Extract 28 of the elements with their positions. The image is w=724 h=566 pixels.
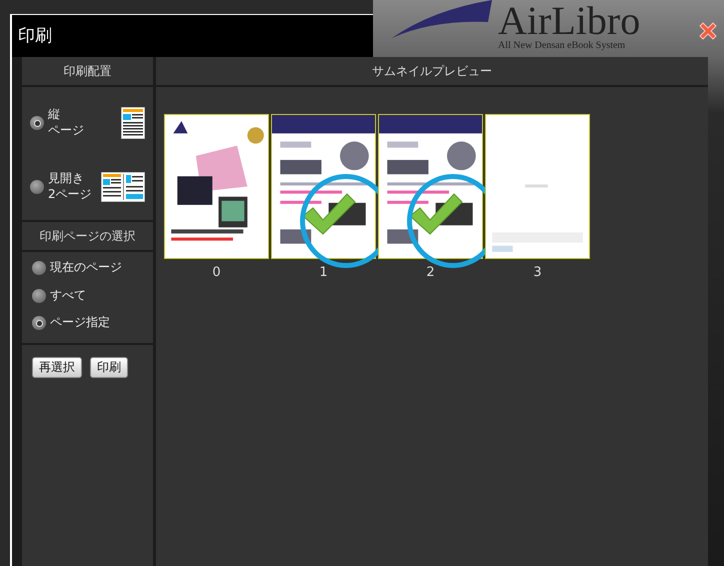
background-tagline: All New Densan eBook System (498, 40, 626, 51)
radio-button[interactable] (30, 180, 44, 194)
option-label: 縦 (48, 107, 60, 123)
two-page-icon (101, 172, 145, 202)
radio-button[interactable] (32, 288, 46, 303)
radio-button[interactable] (30, 116, 44, 130)
option-label: 2ページ (48, 186, 92, 202)
close-icon[interactable] (697, 20, 719, 42)
page-number: 1 (319, 265, 328, 281)
option-label: 現在のページ (50, 260, 122, 276)
page-number: 0 (212, 265, 221, 281)
panel-header: 印刷ページの選択 (22, 222, 153, 252)
page-number: 2 (426, 265, 435, 281)
option-label: ページ指定 (50, 315, 110, 331)
option-label: すべて (50, 288, 86, 304)
radio-button[interactable] (32, 316, 46, 330)
page-number: 3 (533, 265, 542, 281)
dialog-button[interactable]: 印刷 (90, 356, 128, 378)
background-logo: AirLibro (498, 1, 640, 41)
window-title: 印刷 (17, 25, 53, 48)
radio-button[interactable] (32, 260, 46, 275)
panel-header: 印刷配置 (22, 57, 153, 87)
logo-icon (392, 0, 492, 40)
panel-header: サムネイルプレビュー (156, 57, 708, 87)
single-page-icon (121, 107, 145, 139)
option-label: ページ (48, 123, 84, 139)
option-label: 見開き (48, 171, 84, 187)
dialog-button[interactable]: 再選択 (32, 356, 82, 378)
